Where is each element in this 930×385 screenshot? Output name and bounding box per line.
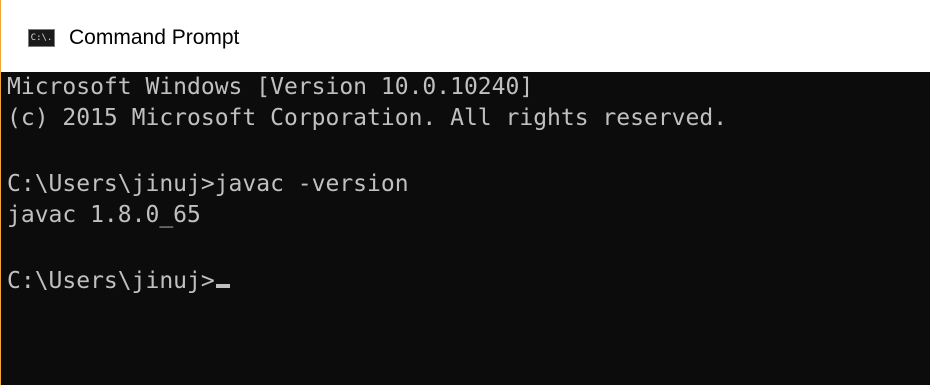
prompt-text: C:\Users\jinuj> [7,268,215,294]
command-prompt-line[interactable]: C:\Users\jinuj> [7,266,230,296]
title-bar[interactable]: C:\. Command Prompt [1,0,930,72]
window-title: Command Prompt [69,26,240,49]
command-prompt-window: C:\. Command Prompt Microsoft Windows [V… [0,0,930,385]
console-line: C:\Users\jinuj>javac -version [7,171,409,197]
console-line: javac 1.8.0_65 [7,202,201,228]
console-line: Microsoft Windows [Version 10.0.10240] [7,74,534,100]
console-line: (c) 2015 Microsoft Corporation. All righ… [7,105,728,131]
console-output-area[interactable]: Microsoft Windows [Version 10.0.10240] (… [1,72,930,385]
text-cursor [215,284,230,288]
cmd-icon[interactable]: C:\. [28,29,55,47]
